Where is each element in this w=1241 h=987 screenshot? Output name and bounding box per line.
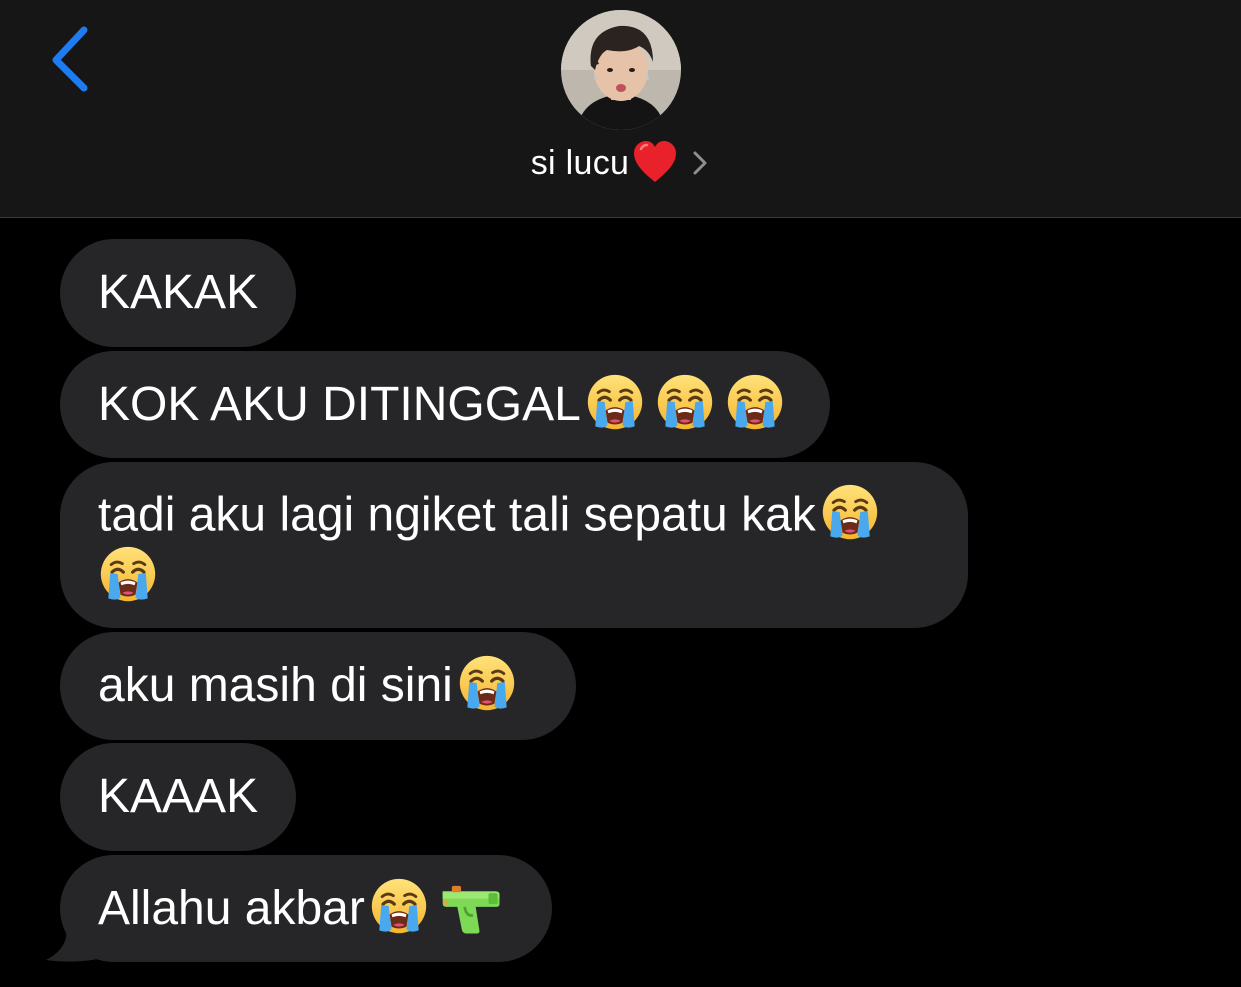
chevron-left-icon	[52, 26, 88, 92]
contact-name: si lucu	[530, 143, 630, 182]
message-bubble[interactable]: aku masih di sini	[60, 632, 576, 740]
water-pistol-icon	[439, 876, 505, 936]
message-bubble[interactable]: KAKAK	[60, 239, 296, 347]
message-bubble[interactable]: tadi aku lagi ngiket tali sepatu kak	[60, 462, 968, 628]
message-text: KOK AKU DITINGGAL	[98, 377, 581, 431]
loudly-crying-face-icon	[820, 482, 880, 542]
message-bubble[interactable]: Allahu akbar	[60, 855, 552, 962]
loudly-crying-face-icon	[369, 876, 429, 936]
message-text: Allahu akbar	[98, 881, 365, 935]
loudly-crying-face-icon	[98, 544, 158, 604]
loudly-crying-face-icon	[725, 372, 785, 432]
loudly-crying-face-icon	[655, 372, 715, 432]
conversation-header: si lucu	[0, 0, 1241, 218]
message-text: aku masih di sini	[98, 659, 453, 712]
chevron-right-icon	[693, 151, 707, 175]
message-text: KAKAK	[98, 266, 259, 319]
loudly-crying-face-icon	[585, 372, 645, 432]
red-heart-icon	[634, 141, 677, 182]
back-button[interactable]	[44, 22, 100, 98]
message-text: tadi aku lagi ngiket tali sepatu kak	[98, 488, 816, 542]
contact-name-row[interactable]: si lucu	[0, 138, 1241, 188]
message-bubble[interactable]: KAAAK	[60, 743, 296, 851]
message-text: KAAAK	[98, 770, 259, 823]
loudly-crying-face-icon	[457, 653, 517, 713]
message-bubble[interactable]: KOK AKU DITINGGAL	[60, 351, 830, 458]
contact-avatar[interactable]	[561, 10, 681, 130]
avatar-photo	[561, 10, 681, 130]
